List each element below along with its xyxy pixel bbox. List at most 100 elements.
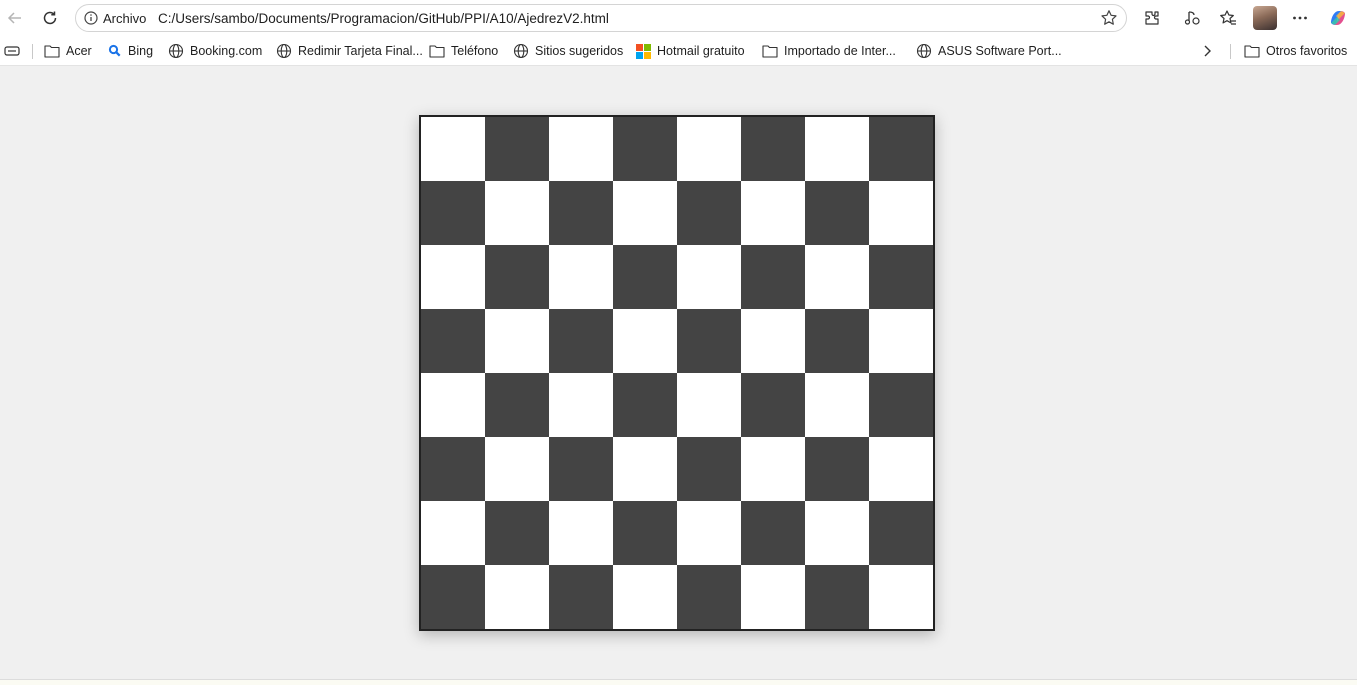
tab-actions-button[interactable]: [4, 43, 20, 59]
light-square[interactable]: [613, 565, 677, 629]
folder-icon: [1244, 45, 1260, 58]
dark-square[interactable]: [613, 501, 677, 565]
bookmark-redimir-tarjeta[interactable]: Redimir Tarjeta Final...: [276, 43, 423, 59]
bookmark-sitios-sugeridos[interactable]: Sitios sugeridos: [513, 43, 623, 59]
more-bookmarks-button[interactable]: [1200, 43, 1214, 59]
light-square[interactable]: [549, 501, 613, 565]
light-square[interactable]: [741, 309, 805, 373]
favorites-button[interactable]: [1215, 5, 1241, 31]
bookmark-label: Teléfono: [451, 44, 499, 58]
light-square[interactable]: [421, 373, 485, 437]
extensions-button[interactable]: [1139, 5, 1165, 31]
light-square[interactable]: [485, 309, 549, 373]
folder-icon: [762, 45, 778, 58]
dark-square[interactable]: [805, 309, 869, 373]
dark-square[interactable]: [549, 309, 613, 373]
light-square[interactable]: [869, 309, 933, 373]
light-square[interactable]: [421, 245, 485, 309]
dark-square[interactable]: [741, 117, 805, 181]
light-square[interactable]: [421, 501, 485, 565]
dark-square[interactable]: [869, 245, 933, 309]
dark-square[interactable]: [677, 309, 741, 373]
light-square[interactable]: [741, 181, 805, 245]
light-square[interactable]: [741, 437, 805, 501]
dark-square[interactable]: [421, 181, 485, 245]
light-square[interactable]: [485, 181, 549, 245]
folder-icon: [429, 45, 445, 58]
more-options-button[interactable]: [1287, 5, 1313, 31]
light-square[interactable]: [805, 373, 869, 437]
dark-square[interactable]: [741, 373, 805, 437]
light-square[interactable]: [613, 437, 677, 501]
dark-square[interactable]: [421, 565, 485, 629]
bookmark-bing[interactable]: Bing: [108, 43, 153, 59]
dark-square[interactable]: [485, 245, 549, 309]
light-square[interactable]: [613, 309, 677, 373]
light-square[interactable]: [677, 245, 741, 309]
browser-essentials-icon: [1184, 11, 1200, 25]
dark-square[interactable]: [741, 501, 805, 565]
light-square[interactable]: [421, 117, 485, 181]
bookmark-asus[interactable]: ASUS Software Port...: [916, 43, 1062, 59]
profile-button[interactable]: [1252, 5, 1278, 31]
light-square[interactable]: [485, 437, 549, 501]
bookmark-acer[interactable]: Acer: [44, 43, 92, 59]
light-square[interactable]: [677, 373, 741, 437]
dark-square[interactable]: [869, 501, 933, 565]
dark-square[interactable]: [613, 373, 677, 437]
dark-square[interactable]: [677, 565, 741, 629]
bookmark-hotmail[interactable]: Hotmail gratuito: [636, 43, 745, 59]
dark-square[interactable]: [677, 181, 741, 245]
dark-square[interactable]: [869, 117, 933, 181]
bookmark-label: ASUS Software Port...: [938, 44, 1062, 58]
copilot-button[interactable]: [1325, 5, 1351, 31]
other-favorites[interactable]: Otros favoritos: [1244, 43, 1347, 59]
dark-square[interactable]: [549, 565, 613, 629]
light-square[interactable]: [613, 181, 677, 245]
light-square[interactable]: [549, 117, 613, 181]
dark-square[interactable]: [421, 309, 485, 373]
dark-square[interactable]: [485, 501, 549, 565]
refresh-button[interactable]: [37, 5, 63, 31]
microsoft-logo-icon: [636, 43, 651, 59]
dark-square[interactable]: [485, 117, 549, 181]
light-square[interactable]: [549, 373, 613, 437]
extensions-icon: [1145, 11, 1159, 25]
bookmark-telefono[interactable]: Teléfono: [429, 43, 498, 59]
dark-square[interactable]: [805, 437, 869, 501]
bookmark-importado[interactable]: Importado de Inter...: [762, 43, 896, 59]
light-square[interactable]: [677, 501, 741, 565]
star-icon[interactable]: [1100, 9, 1118, 27]
page-content: [0, 67, 1357, 679]
dark-square[interactable]: [869, 373, 933, 437]
light-square[interactable]: [805, 117, 869, 181]
dark-square[interactable]: [549, 181, 613, 245]
light-square[interactable]: [869, 181, 933, 245]
dark-square[interactable]: [805, 181, 869, 245]
dark-square[interactable]: [677, 437, 741, 501]
bookmarks-divider: [1230, 44, 1231, 59]
light-square[interactable]: [677, 117, 741, 181]
url-text[interactable]: C:/Users/sambo/Documents/Programacion/Gi…: [158, 11, 609, 26]
dark-square[interactable]: [485, 373, 549, 437]
site-info-label[interactable]: Archivo: [103, 11, 146, 26]
info-icon[interactable]: [84, 11, 98, 25]
dark-square[interactable]: [549, 437, 613, 501]
other-favorites-label: Otros favoritos: [1266, 44, 1348, 58]
dark-square[interactable]: [613, 117, 677, 181]
dark-square[interactable]: [741, 245, 805, 309]
light-square[interactable]: [485, 565, 549, 629]
dark-square[interactable]: [613, 245, 677, 309]
light-square[interactable]: [805, 245, 869, 309]
dark-square[interactable]: [421, 437, 485, 501]
light-square[interactable]: [869, 437, 933, 501]
browser-essentials-button[interactable]: [1179, 5, 1205, 31]
address-bar[interactable]: Archivo C:/Users/sambo/Documents/Program…: [75, 4, 1127, 32]
light-square[interactable]: [549, 245, 613, 309]
dark-square[interactable]: [805, 565, 869, 629]
back-button[interactable]: [2, 5, 28, 31]
bookmark-booking[interactable]: Booking.com: [168, 43, 262, 59]
light-square[interactable]: [741, 565, 805, 629]
light-square[interactable]: [869, 565, 933, 629]
light-square[interactable]: [805, 501, 869, 565]
